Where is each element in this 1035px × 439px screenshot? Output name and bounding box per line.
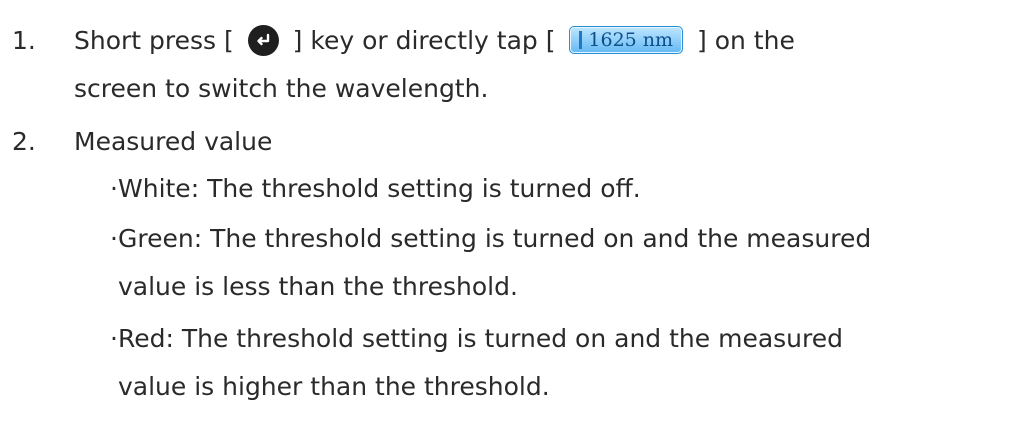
step-1-prefix: Short press [ [74,26,234,55]
wavelength-button[interactable]: 1625 nm [569,26,684,54]
step-1-continuation: screen to switch the wavelength. [74,74,489,103]
instruction-document: 1. Short press [ ] key or directly tap [… [0,0,1035,439]
bullet-green-text-2: value is less than the threshold. [118,272,518,301]
step-1-middle: ] key or directly tap [ [292,26,556,55]
button-edge-icon [579,31,583,49]
bullet-white: · White: The threshold setting is turned… [0,172,1035,206]
step-1-number: 1. [12,26,36,55]
bullet-red: · Red: The threshold setting is turned o… [0,322,1035,356]
step-2-line: 2. Measured value [0,125,1035,159]
step-2-number: 2. [12,127,36,156]
bullet-marker: · [110,324,118,353]
bullet-marker: · [110,174,118,203]
bullet-green: · Green: The threshold setting is turned… [0,222,1035,256]
step-1-text: Short press [ ] key or directly tap [ 16… [74,24,795,58]
step-1-line-1: 1. Short press [ ] key or directly tap [… [0,24,1035,58]
bullet-marker: · [110,224,118,253]
step-2-title: Measured value [74,127,273,156]
bullet-red-text-2: value is higher than the threshold. [118,372,550,401]
bullet-white-text: White: The threshold setting is turned o… [118,174,641,203]
enter-key-icon [247,24,279,56]
bullet-red-text-1: Red: The threshold setting is turned on … [118,324,843,353]
step-1-suffix: ] on the [697,26,795,55]
wavelength-button-label: 1625 nm [588,29,674,51]
bullet-green-text-1: Green: The threshold setting is turned o… [118,224,872,253]
